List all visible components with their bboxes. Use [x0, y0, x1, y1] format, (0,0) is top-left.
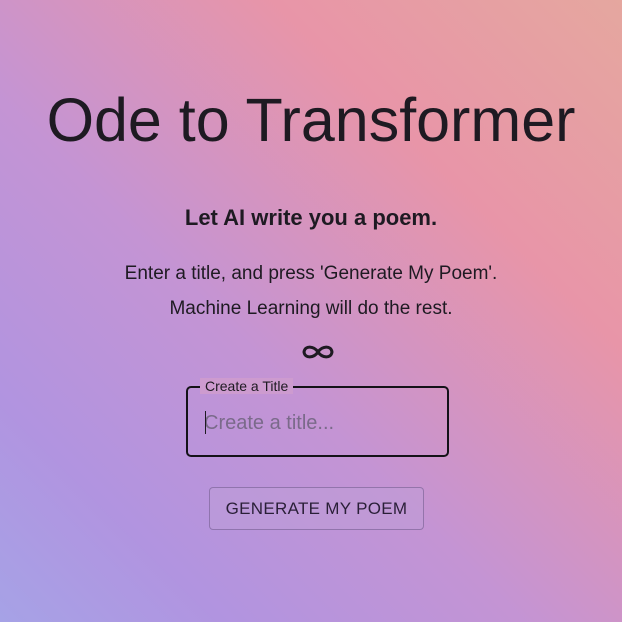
title-field[interactable]: Create a Title	[186, 378, 449, 457]
instructions-line-2: Machine Learning will do the rest.	[169, 298, 453, 319]
generate-poem-button[interactable]: GENERATE MY POEM	[209, 487, 424, 530]
title-input[interactable]	[204, 408, 432, 438]
page-title: Ode to Transformer	[46, 86, 576, 154]
text-caret	[205, 411, 206, 434]
page-subtitle: Let AI write you a poem.	[184, 205, 438, 230]
title-field-label: Create a Title	[200, 378, 294, 394]
instructions-line-1: Enter a title, and press 'Generate My Po…	[124, 263, 498, 284]
infinity-icon	[302, 345, 334, 359]
